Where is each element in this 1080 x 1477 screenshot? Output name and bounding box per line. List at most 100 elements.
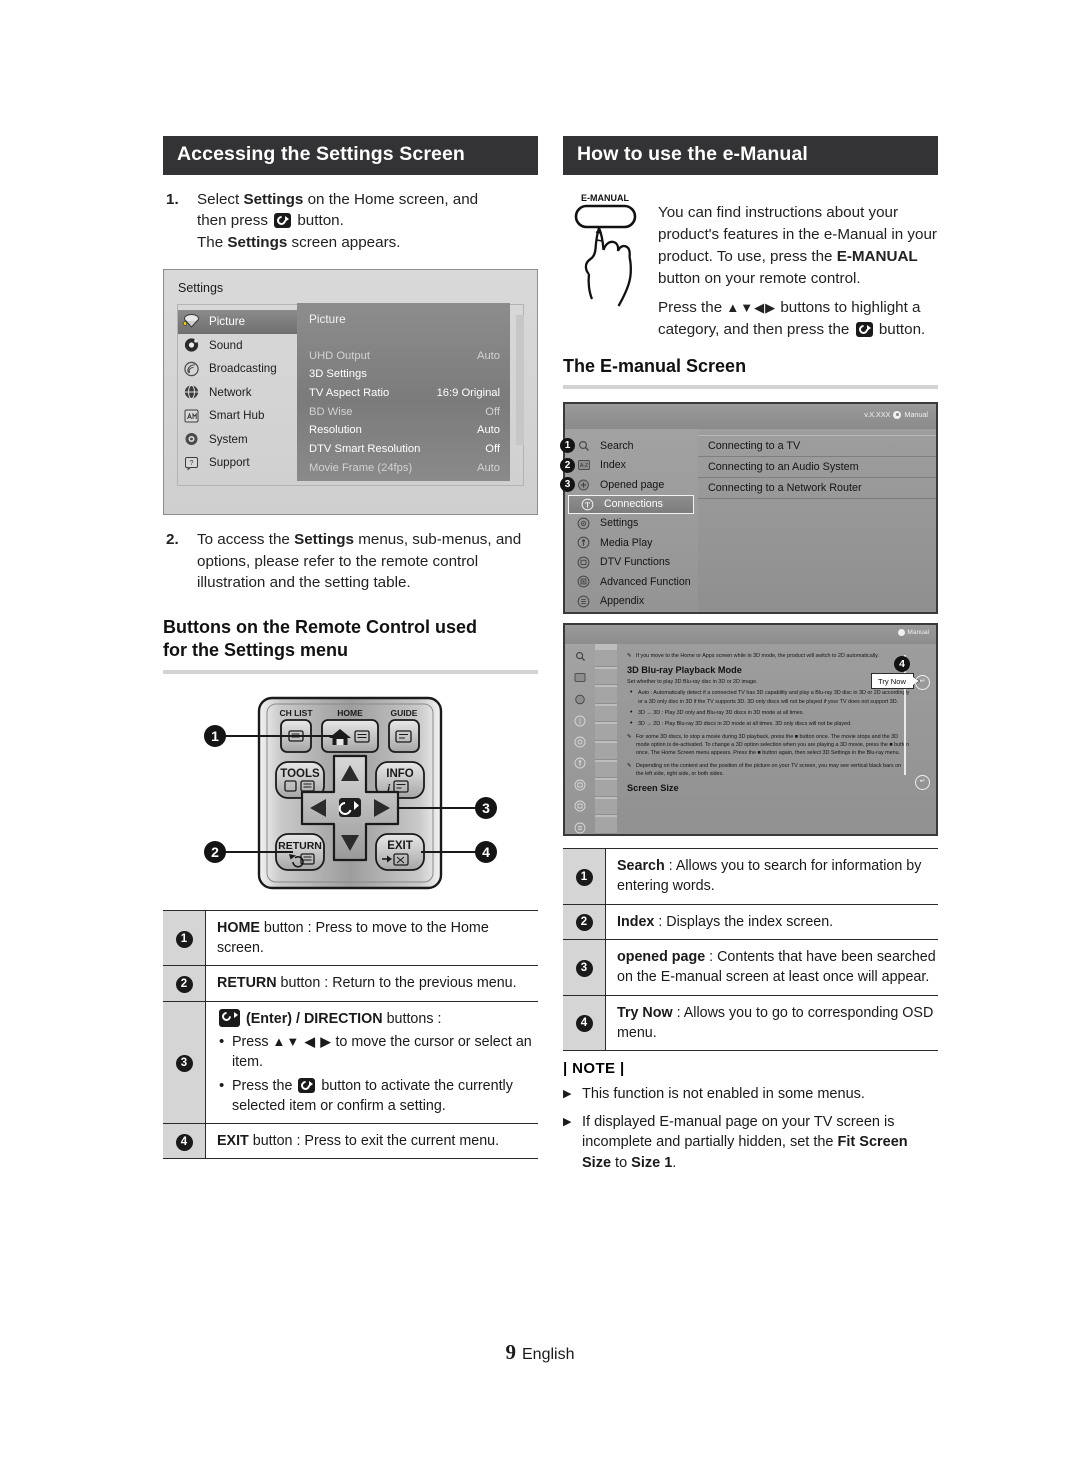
step-1: 1. Select Settings on the Home screen, a… [163, 189, 538, 254]
step-2-text-b: Settings [294, 531, 355, 549]
right-column: How to use the e-Manual E-MANUAL You can… [560, 136, 938, 1173]
row-bold: Try Now [617, 1004, 673, 1021]
emanual-detail-tabs[interactable] [595, 644, 617, 835]
emanual-menu-search[interactable]: 1 Search [560, 436, 698, 456]
emanual-feature-table: 1 Search : Allows you to search for info… [563, 848, 938, 1052]
detail-top-note: If you move to the Home or Apps screen w… [627, 652, 910, 660]
index-icon[interactable] [572, 671, 588, 684]
article-item[interactable]: Connecting to a Network Router [698, 478, 936, 500]
detail-subtext: Set whether to play 3D Blu-ray disc in 3… [627, 679, 758, 686]
emanual-intro-paragraph-1: You can find instructions about your pro… [658, 202, 938, 290]
emanual-menu-index[interactable]: 2 A-Z Index [560, 456, 698, 476]
osd-panel-rows: UHD Output Auto 3D Settings TV Aspect Ra… [309, 346, 500, 477]
opened-page-icon[interactable] [572, 693, 588, 706]
osd-menu-label: Network [209, 385, 252, 399]
article-item[interactable]: Connecting to an Audio System [698, 457, 936, 479]
step-1-line1-b: Settings [243, 190, 304, 208]
row-text-cell: Try Now : Allows you to go to correspond… [605, 994, 938, 1052]
tab-item[interactable] [595, 687, 617, 704]
connections-icon[interactable] [572, 714, 588, 727]
sound-icon [182, 337, 201, 354]
list-item: Auto : Automatically detect if a connect… [630, 688, 910, 706]
manual-page: Accessing the Settings Screen 1. Select … [0, 0, 1080, 1477]
remote-control-illustration: CH LIST HOME GUIDE TOOLS INFO i RETURN E… [163, 686, 538, 896]
svg-text:A-Z: A-Z [579, 463, 587, 469]
step-1-line1-c: on the Home screen, and [303, 190, 479, 208]
emanual-intro-paragraph-2: Press the ▲▼◀▶ buttons to highlight a ca… [658, 297, 938, 341]
search-icon [575, 438, 592, 453]
svg-text:CH LIST: CH LIST [279, 708, 313, 718]
svg-text:INFO: INFO [386, 768, 414, 780]
row-text-cell: Search : Allows you to search for inform… [605, 848, 938, 905]
enter-button-icon[interactable]: ↵ [915, 775, 930, 791]
svg-text:EXIT: EXIT [387, 840, 413, 852]
step-1-number: 1. [166, 190, 179, 208]
osd-row[interactable]: BD Wise Off [309, 402, 500, 421]
osd-row[interactable]: TV Aspect Ratio 16:9 Original [309, 384, 500, 403]
emanual-menu-connections[interactable]: Connections [568, 494, 694, 514]
tab-item[interactable] [595, 668, 617, 686]
try-now-button[interactable]: Try Now [871, 673, 914, 690]
emanual-menu-opened-page[interactable]: 3 Opened page [560, 475, 698, 495]
emanual-menu-advanced-function[interactable]: Advanced Function [565, 572, 698, 592]
note-block: | NOTE | ▶ This function is not enabled … [563, 1060, 938, 1173]
advanced-function-icon [575, 574, 592, 589]
tab-item[interactable] [595, 780, 617, 797]
emanual-menu-media-play[interactable]: Media Play [565, 533, 698, 553]
row-rest: : Displays the index screen. [654, 913, 834, 930]
badge-number: 1 [560, 438, 575, 454]
tab-item[interactable] [595, 705, 617, 723]
step-1-line3-a: The [197, 233, 228, 251]
svg-text:RETURN: RETURN [278, 840, 322, 852]
connections-icon [579, 497, 596, 512]
network-icon [182, 384, 201, 401]
enter-button-icon [274, 213, 292, 229]
osd-row[interactable]: Resolution Auto [309, 421, 500, 440]
svg-text:1: 1 [211, 728, 219, 744]
note-item-text: If displayed E-manual page on your TV sc… [582, 1112, 938, 1174]
row-header-rest: buttons : [382, 1010, 442, 1027]
left-column: Accessing the Settings Screen 1. Select … [163, 136, 538, 1160]
table-row: 4 Try Now : Allows you to go to correspo… [563, 994, 938, 1052]
enter-button-icon [855, 321, 873, 337]
remote-heading-line1: Buttons on the Remote Control used [163, 616, 477, 637]
broadcasting-icon [182, 360, 201, 377]
badge-number: 4 [575, 1015, 593, 1033]
tab-item[interactable] [595, 743, 617, 760]
menu-label: Search [600, 439, 634, 452]
article-item[interactable]: Connecting to a TV [698, 435, 936, 458]
emanual-menu-settings[interactable]: Settings [565, 514, 698, 534]
osd-row[interactable]: DTV Smart Resolution Off [309, 440, 500, 459]
row-bold: Search [617, 858, 665, 875]
tab-item[interactable] [595, 798, 617, 816]
emanual-menu-appendix[interactable]: Appendix [565, 592, 698, 612]
osd-row[interactable]: Movie Frame (24fps) Auto [309, 458, 500, 477]
tab-item[interactable] [595, 724, 617, 742]
emanual-menu-dtv-functions[interactable]: DTV Functions [565, 553, 698, 573]
tab-item[interactable] [595, 650, 617, 667]
osd-scrollbar[interactable] [516, 315, 524, 446]
step-2-text: To access the Settings menus, sub-menus,… [197, 529, 538, 594]
enter-button-icon[interactable]: ↵ [915, 675, 930, 691]
manual-logo-text: Manual [904, 410, 928, 420]
row-rest: button : Press to exit the current menu. [248, 1133, 500, 1150]
advanced-function-icon[interactable] [572, 800, 588, 813]
badge-number: 3 [175, 1054, 193, 1072]
menu-label: DTV Functions [600, 556, 671, 569]
detail-bullet-list: Auto : Automatically detect if a connect… [627, 688, 910, 730]
settings-icon[interactable] [572, 736, 588, 749]
osd-row[interactable]: 3D Settings [309, 365, 500, 384]
tab-item[interactable] [595, 761, 617, 779]
appendix-icon[interactable] [572, 821, 588, 834]
osd-row[interactable]: UHD Output Auto [309, 346, 500, 365]
dtv-functions-icon[interactable] [572, 778, 588, 791]
media-play-icon [575, 535, 592, 550]
tab-item[interactable] [595, 817, 617, 835]
media-play-icon[interactable] [572, 757, 588, 770]
list-item: Press the button to activate the current… [219, 1075, 538, 1117]
bullet-pre: Press the [232, 1077, 297, 1094]
row-badge-cell: 4 [163, 1123, 206, 1160]
svg-text:GUIDE: GUIDE [391, 708, 418, 718]
row-badge-cell: 3 [163, 1000, 206, 1125]
search-icon[interactable] [572, 650, 588, 663]
